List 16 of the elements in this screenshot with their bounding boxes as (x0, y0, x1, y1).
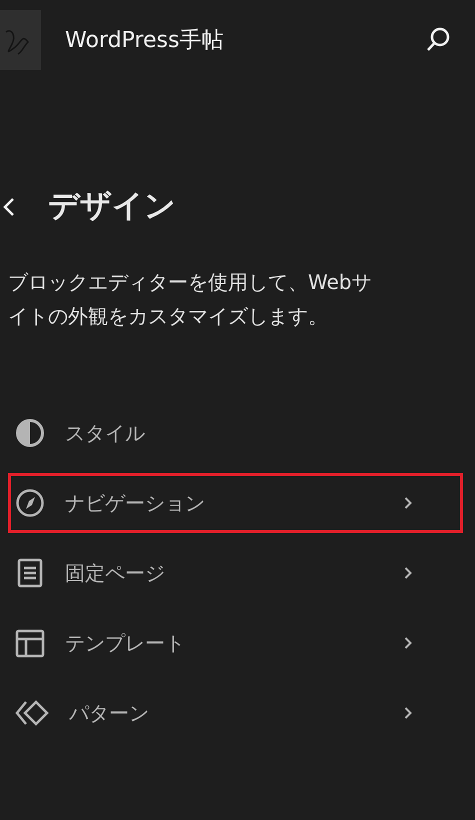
back-icon (2, 196, 16, 218)
contrast-icon (15, 418, 45, 448)
search-icon (425, 27, 451, 53)
menu-item[interactable]: テンプレート (8, 613, 463, 674)
site-title: WordPress手帖 (65, 26, 224, 54)
diamonds-icon (15, 698, 49, 728)
search-button[interactable] (425, 27, 451, 53)
menu-item[interactable]: スタイル (8, 403, 463, 464)
menu-item[interactable]: 固定ページ (8, 543, 463, 604)
panel-description: ブロックエディターを使用して、Webサイトの外観をカスタマイズします。 (7, 269, 373, 330)
highlighted-menu-item[interactable]: ナビゲーション (8, 473, 463, 534)
layout-icon (15, 628, 45, 658)
menu-item[interactable]: パターン (8, 683, 463, 744)
page-icon (15, 558, 45, 588)
compass-icon (15, 488, 45, 518)
panel-title: デザイン (48, 188, 176, 226)
